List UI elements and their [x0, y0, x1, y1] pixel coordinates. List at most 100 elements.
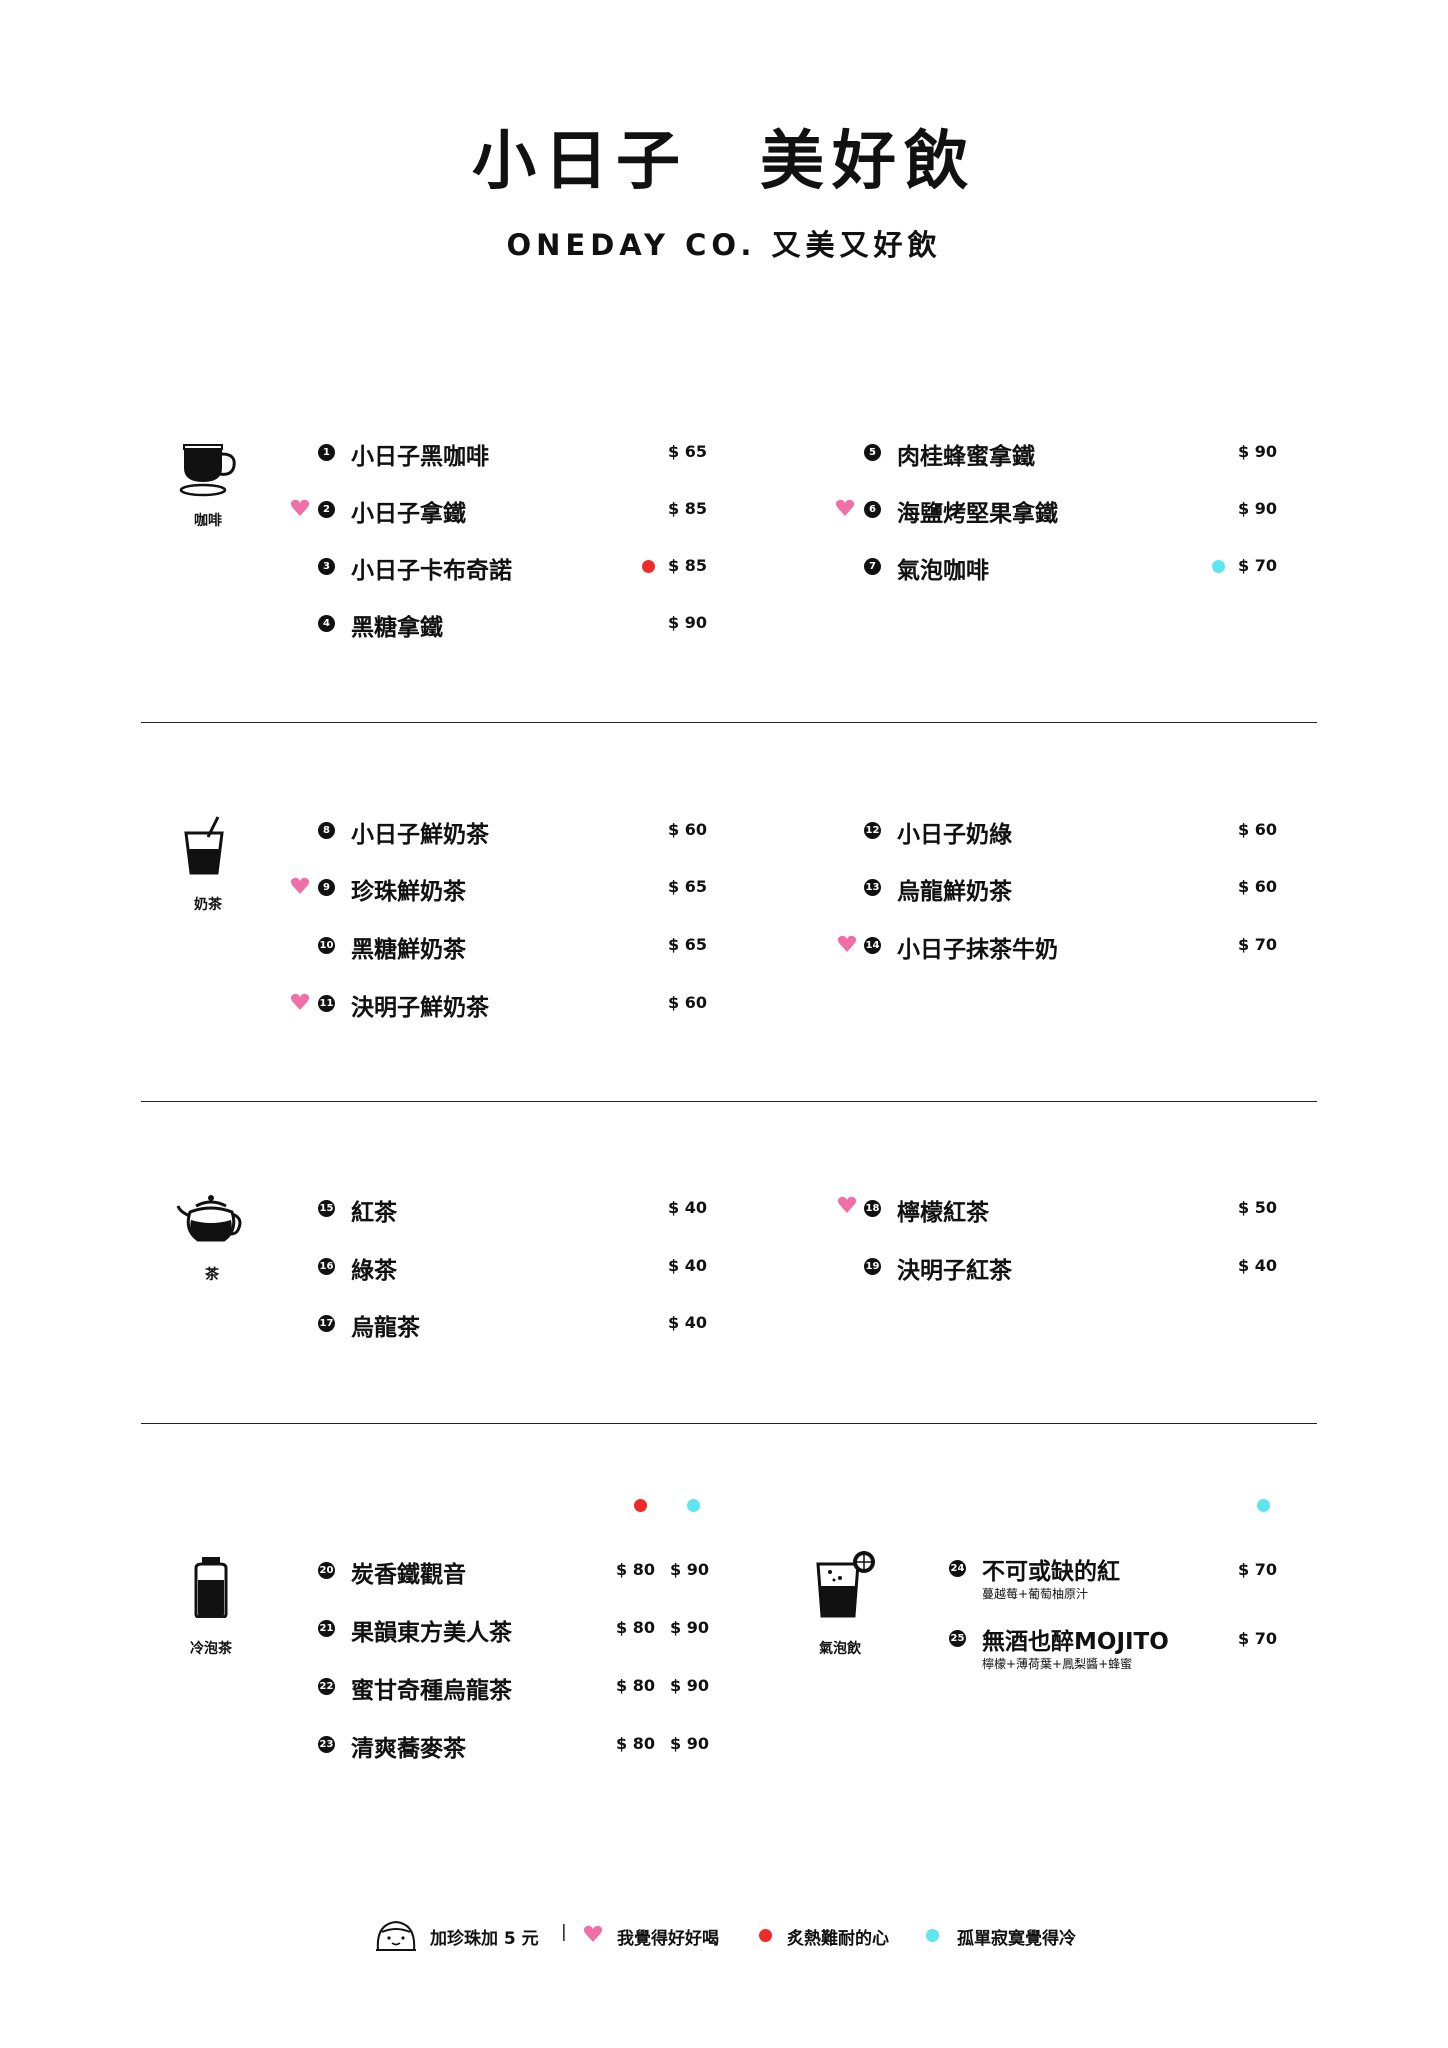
section-divider: [141, 1101, 1317, 1102]
pearl-face-icon: [374, 1918, 418, 1952]
item-name: 決明子紅茶: [897, 1258, 1012, 1284]
hot-dot-icon: [642, 560, 655, 573]
item-price: $ 90: [1238, 442, 1277, 461]
item-number: 10: [318, 937, 335, 954]
legend-hot-text: 炙熱難耐的心: [787, 1929, 889, 1949]
item-price: $ 40: [668, 1313, 707, 1332]
item-price: $ 70: [1238, 935, 1277, 954]
favorite-heart-icon: [837, 934, 857, 954]
cold-dot-icon: [1212, 560, 1225, 573]
item-number: 24: [949, 1560, 966, 1577]
item-price: $ 65: [668, 935, 707, 954]
item-name: 小日子卡布奇諾: [351, 558, 512, 584]
item-number: 11: [318, 995, 335, 1012]
favorite-heart-icon: [290, 498, 310, 518]
item-name: 小日子黑咖啡: [351, 444, 489, 470]
item-number: 19: [864, 1258, 881, 1275]
item-name: 決明子鮮奶茶: [351, 995, 489, 1021]
item-name: 無酒也醉MOJITO: [982, 1629, 1169, 1655]
item-name: 烏龍鮮奶茶: [897, 879, 1012, 905]
menu-subtitle: ONEDAY CO. 又美又好飲: [506, 228, 942, 262]
item-name: 小日子鮮奶茶: [351, 822, 489, 848]
category-label-coffee: 咖啡: [194, 513, 222, 529]
item-number: 22: [318, 1678, 335, 1695]
item-number: 14: [864, 937, 881, 954]
item-price-hot: $ 80: [616, 1676, 655, 1695]
teapot-icon: [176, 1190, 242, 1252]
item-name: 烏龍茶: [351, 1315, 420, 1341]
item-name: 小日子抹茶牛奶: [897, 937, 1058, 963]
item-price-hot: $ 80: [616, 1618, 655, 1637]
item-number: 15: [318, 1200, 335, 1217]
item-name: 不可或缺的紅: [982, 1559, 1120, 1585]
item-name: 珍珠鮮奶茶: [351, 879, 466, 905]
item-price: $ 65: [668, 442, 707, 461]
item-price: $ 60: [668, 820, 707, 839]
item-price: $ 65: [668, 877, 707, 896]
item-name: 小日子奶綠: [897, 822, 1012, 848]
category-label-tea: 茶: [205, 1267, 219, 1283]
item-number: 6: [864, 501, 881, 518]
item-number: 16: [318, 1258, 335, 1275]
bottle-icon: [186, 1556, 248, 1619]
item-price: $ 60: [668, 993, 707, 1012]
item-name: 黑糖拿鐵: [351, 615, 443, 641]
item-number: 21: [318, 1620, 335, 1637]
cold-dot-icon: [926, 1929, 939, 1942]
item-price: $ 60: [1238, 877, 1277, 896]
item-price: $ 90: [668, 613, 707, 632]
item-price-cold: $ 90: [670, 1734, 709, 1753]
legend-separator: |: [561, 1922, 567, 1942]
favorite-heart-icon: [290, 876, 310, 896]
item-number: 17: [318, 1315, 335, 1332]
item-price-hot: $ 80: [616, 1560, 655, 1579]
item-number: 5: [864, 444, 881, 461]
item-number: 13: [864, 879, 881, 896]
item-price: $ 40: [1238, 1256, 1277, 1275]
section-divider: [141, 722, 1317, 723]
item-price-cold: $ 90: [670, 1676, 709, 1695]
item-number: 4: [318, 615, 335, 632]
milk-tea-cup-icon: [178, 815, 240, 877]
item-price-cold: $ 90: [670, 1560, 709, 1579]
item-price-hot: $ 80: [616, 1734, 655, 1753]
item-number: 9: [318, 879, 335, 896]
item-number: 18: [864, 1200, 881, 1217]
item-price: $ 40: [668, 1198, 707, 1217]
cold-dot-icon: [1257, 1499, 1270, 1512]
section-divider: [141, 1423, 1317, 1424]
item-name: 肉桂蜂蜜拿鐵: [897, 444, 1035, 470]
item-name: 小日子拿鐵: [351, 501, 466, 527]
item-name: 海鹽烤堅果拿鐵: [897, 501, 1058, 527]
item-name: 紅茶: [351, 1200, 397, 1226]
legend-pearl-text: 加珍珠加 5 元: [430, 1929, 539, 1949]
legend-favorite-text: 我覺得好好喝: [617, 1929, 719, 1949]
item-name: 氣泡咖啡: [897, 558, 989, 584]
item-name: 炭香鐵觀音: [351, 1562, 466, 1588]
item-number: 2: [318, 501, 335, 518]
category-label-coldbrew: 冷泡茶: [190, 1641, 232, 1657]
sparkling-drink-icon: [812, 1550, 882, 1620]
favorite-heart-icon: [583, 1924, 603, 1944]
item-number: 8: [318, 822, 335, 839]
favorite-heart-icon: [290, 992, 310, 1012]
item-number: 3: [318, 558, 335, 575]
item-name: 綠茶: [351, 1258, 397, 1284]
item-price: $ 50: [1238, 1198, 1277, 1217]
item-price: $ 40: [668, 1256, 707, 1275]
category-label-milktea: 奶茶: [194, 897, 222, 913]
item-number: 1: [318, 444, 335, 461]
item-name: 蜜甘奇種烏龍茶: [351, 1678, 512, 1704]
menu-title: 小日子 美好飲: [472, 125, 976, 199]
item-name: 清爽蕎麥茶: [351, 1736, 466, 1762]
item-description: 檸檬+薄荷葉+鳳梨醬+蜂蜜: [982, 1657, 1133, 1671]
item-description: 蔓越莓+葡萄柚原汁: [982, 1587, 1089, 1601]
favorite-heart-icon: [837, 1195, 857, 1215]
item-name: 黑糖鮮奶茶: [351, 937, 466, 963]
legend-cold-text: 孤單寂寞覺得冷: [957, 1929, 1076, 1949]
hot-dot-icon: [634, 1499, 647, 1512]
item-price-cold: $ 90: [670, 1618, 709, 1637]
item-price: $ 85: [668, 499, 707, 518]
coffee-cup-icon: [178, 438, 240, 500]
item-name: 檸檬紅茶: [897, 1200, 989, 1226]
